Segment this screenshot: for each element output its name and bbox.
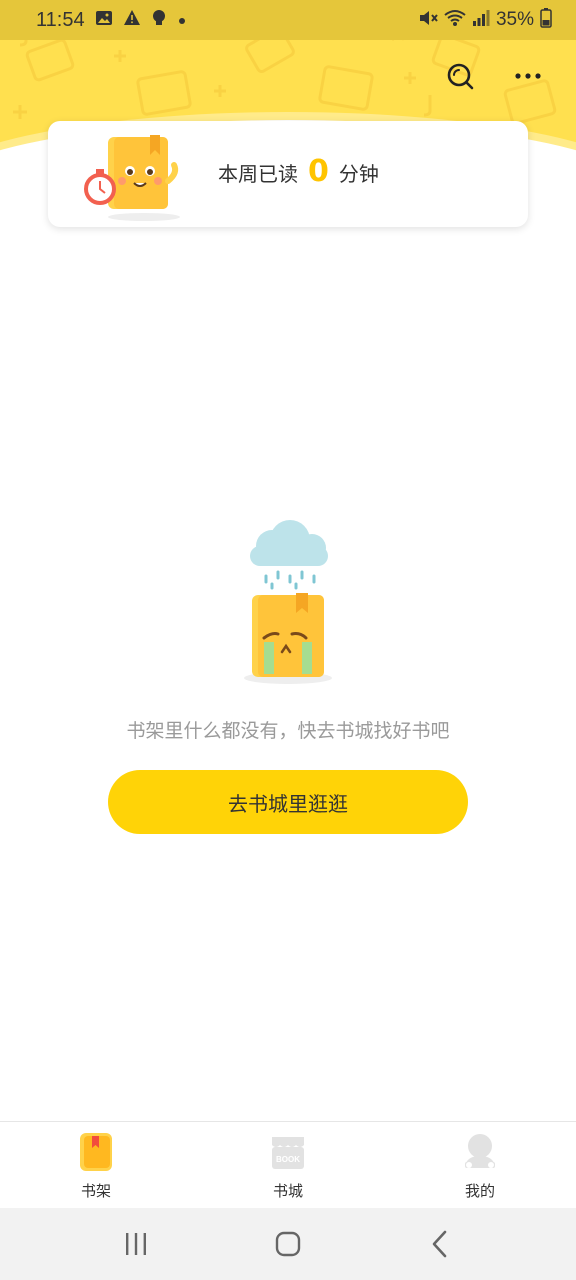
bulb-icon [151, 9, 167, 31]
bookstore-icon: BOOK [268, 1132, 308, 1172]
warning-icon [123, 9, 141, 31]
empty-shelf-illustration [244, 520, 332, 684]
status-bar: 11:54 35% [0, 0, 576, 40]
bookshelf-icon [76, 1132, 116, 1172]
weekly-reading-suffix: 分钟 [338, 161, 379, 186]
svg-text:BOOK: BOOK [276, 1155, 300, 1164]
battery-icon [540, 8, 552, 32]
status-left: 11:54 [36, 9, 187, 32]
nav-item-bookstore[interactable]: BOOK 书城 [192, 1122, 384, 1208]
nav-label-profile: 我的 [464, 1182, 495, 1200]
nav-label-bookstore: 书城 [272, 1182, 303, 1200]
top-actions [444, 60, 544, 92]
back-icon[interactable] [410, 1214, 470, 1274]
weekly-reading-text: 本周已读 0 分钟 [218, 157, 379, 187]
reading-mascot-icon [84, 135, 180, 221]
app-screen: 11:54 35% 本周已读 0 分钟 书架里什么都没有，快去书城找好书吧 去书… [0, 0, 576, 1280]
bottom-nav: 书架 BOOK 书城 我的 [0, 1121, 576, 1208]
nav-item-bookshelf[interactable]: 书架 [0, 1122, 192, 1208]
weekly-reading-minutes: 0 [308, 154, 329, 189]
go-to-bookstore-button[interactable]: 去书城里逛逛 [108, 770, 468, 834]
dot-icon [177, 11, 187, 30]
system-nav-bar [0, 1208, 576, 1280]
image-icon [95, 9, 113, 31]
status-right: 35% [418, 8, 552, 32]
empty-shelf-message: 书架里什么都没有，快去书城找好书吧 [126, 720, 450, 742]
wifi-icon [444, 9, 466, 31]
signal-icon [472, 9, 490, 31]
more-icon[interactable] [512, 60, 544, 92]
weekly-reading-prefix: 本周已读 [218, 161, 298, 186]
nav-label-bookshelf: 书架 [80, 1182, 111, 1200]
nav-item-profile[interactable]: 我的 [384, 1122, 576, 1208]
battery-percent: 35% [495, 9, 534, 30]
status-time: 11:54 [36, 8, 85, 31]
home-icon[interactable] [258, 1214, 318, 1274]
mute-icon [418, 9, 438, 31]
recent-apps-icon[interactable] [106, 1214, 166, 1274]
search-icon[interactable] [444, 60, 476, 92]
profile-icon [460, 1132, 500, 1172]
weekly-reading-card[interactable]: 本周已读 0 分钟 [48, 121, 528, 227]
